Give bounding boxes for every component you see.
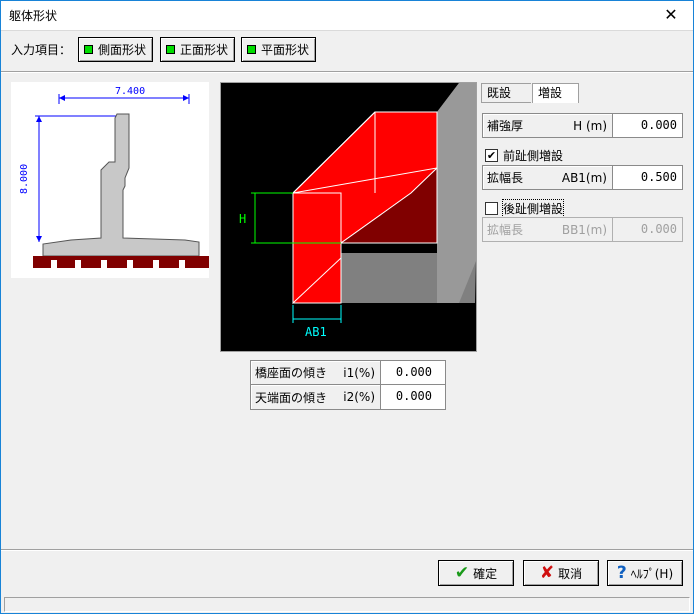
window-title: 躯体形状: [9, 9, 58, 23]
front-widen-label: 拡幅長: [487, 171, 524, 185]
ok-button[interactable]: ✔ 確定: [438, 560, 514, 586]
slope-unit: i1(%): [343, 365, 375, 380]
unchecked-box-icon: [485, 202, 498, 215]
width-dimension: 7.400: [115, 86, 145, 97]
side-shape-button[interactable]: 側面形状: [78, 37, 154, 62]
front-toe-label: 前趾側増設: [503, 149, 564, 163]
tab-existing[interactable]: 既設: [481, 83, 531, 103]
reinforcement-diagram: H AB1: [220, 82, 477, 352]
reinforce-thickness-label: 補強厚: [487, 119, 524, 133]
section-preview: 7.400 8.000: [11, 82, 209, 278]
plan-shape-label: 平面形状: [261, 43, 310, 57]
cancel-button[interactable]: ✘ 取消: [523, 560, 599, 586]
green-square-icon: [166, 45, 175, 54]
back-widen-label: 拡幅長: [487, 223, 524, 237]
close-icon[interactable]: ✕: [649, 1, 693, 30]
status-bar: [4, 597, 690, 612]
help-button[interactable]: ? ﾍﾙﾌﾟ(H): [607, 560, 683, 586]
plan-shape-button[interactable]: 平面形状: [241, 37, 317, 62]
divider: [1, 549, 693, 551]
h-label: H: [239, 212, 246, 226]
reinforce-thickness-input[interactable]: 0.000: [613, 114, 682, 137]
back-toe-checkbox[interactable]: 後趾側増設: [485, 199, 565, 218]
slope-i1-input[interactable]: 0.000: [381, 361, 445, 384]
cancel-label: 取消: [558, 566, 583, 581]
title-bar: 躯体形状 ✕: [1, 1, 693, 30]
reinforce-thickness-field: 補強厚 H (m) 0.000: [482, 113, 683, 138]
slope-label: 橋座面の傾き: [255, 366, 328, 380]
slope-unit: i2(%): [343, 390, 375, 404]
front-toe-checkbox[interactable]: ✔ 前趾側増設: [485, 147, 563, 164]
back-widen-field: 拡幅長 BB1(m) 0.000: [482, 217, 683, 242]
front-shape-button[interactable]: 正面形状: [160, 37, 236, 62]
ok-label: 確定: [473, 566, 498, 581]
tab-added[interactable]: 増設: [532, 83, 579, 103]
table-row: 天端面の傾き i2(%) 0.000: [250, 385, 446, 410]
ab1-label: AB1: [305, 325, 327, 339]
checkmark-icon: ✔: [485, 149, 498, 162]
help-label: ﾍﾙﾌﾟ(H): [630, 566, 674, 581]
back-widen-input: 0.000: [613, 218, 682, 241]
divider: [1, 71, 693, 73]
reinforce-thickness-unit: H (m): [573, 118, 607, 133]
green-square-icon: [247, 45, 256, 54]
help-icon: ?: [616, 563, 627, 583]
input-items-label: 入力項目：: [11, 43, 72, 57]
back-toe-label: 後趾側増設: [501, 199, 565, 218]
back-widen-unit: BB1(m): [561, 222, 607, 237]
slope-i2-input[interactable]: 0.000: [381, 385, 445, 409]
check-icon: ✔: [454, 563, 470, 583]
front-widen-field: 拡幅長 AB1(m) 0.500: [482, 165, 683, 190]
cross-icon: ✘: [539, 563, 555, 583]
front-widen-input[interactable]: 0.500: [613, 166, 682, 189]
front-shape-label: 正面形状: [180, 43, 229, 57]
dialog-window: 躯体形状 ✕ 入力項目： 側面形状 正面形状 平面形状 7.400 8.000: [0, 0, 694, 614]
green-square-icon: [84, 45, 93, 54]
slope-label: 天端面の傾き: [255, 390, 328, 405]
table-row: 橋座面の傾き i1(%) 0.000: [250, 360, 446, 385]
front-widen-unit: AB1(m): [561, 170, 607, 185]
title-divider: [1, 30, 693, 31]
slope-table: 橋座面の傾き i1(%) 0.000 天端面の傾き i2(%) 0.000: [250, 360, 446, 410]
side-shape-label: 側面形状: [98, 43, 147, 57]
height-dimension: 8.000: [19, 164, 30, 194]
